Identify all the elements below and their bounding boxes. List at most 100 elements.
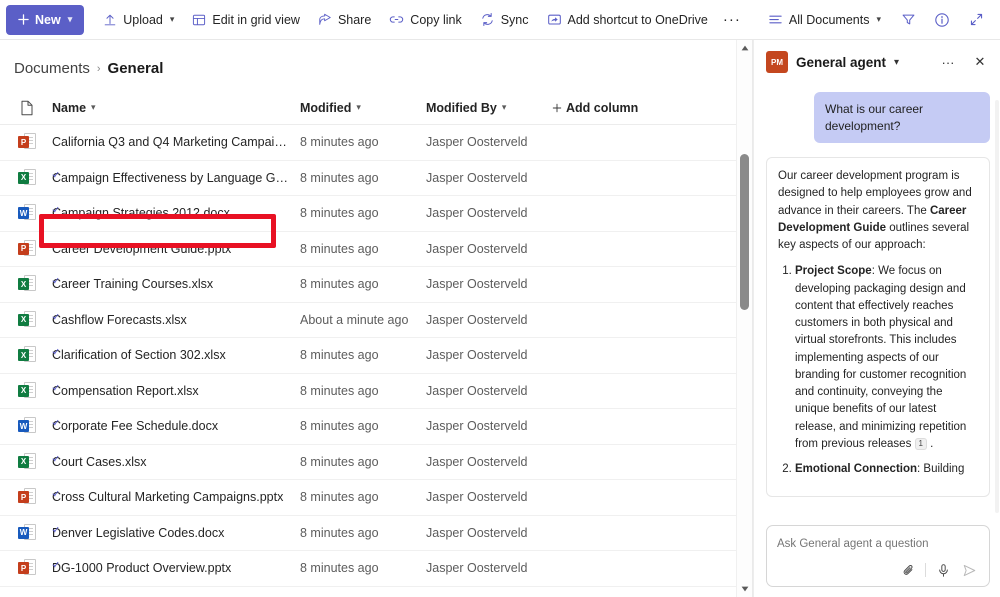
table-row[interactable]: X Court Cases.xlsx 8 minutes ago Jasper Oos… <box>0 445 752 480</box>
list-item-1-tail: . <box>926 437 934 450</box>
file-name-cell[interactable]: Cashflow Forecasts.xlsx <box>52 313 300 327</box>
file-name-label: Court Cases.xlsx <box>52 454 147 469</box>
copy-link-button[interactable]: Copy link <box>380 5 470 35</box>
table-row[interactable]: X Career Training Courses.xlsx 8 minutes a… <box>0 267 752 303</box>
breadcrumb-general[interactable]: General <box>108 60 164 77</box>
file-type-icon-cell: W <box>14 203 52 223</box>
file-name-cell[interactable]: Court Cases.xlsx <box>52 455 300 469</box>
file-type-badge: X <box>18 278 29 291</box>
scroll-down-button[interactable] <box>737 581 753 597</box>
command-bar: New ▾ Upload ▾ Edit in grid view Share C… <box>0 0 1000 40</box>
add-column-label: Add column <box>566 100 639 115</box>
modified-cell: 8 minutes ago <box>300 170 379 185</box>
view-switcher-button[interactable]: All Documents ▾ <box>759 5 890 35</box>
edit-in-grid-view-label: Edit in grid view <box>212 12 300 27</box>
list-item-1-title: Project Scope <box>795 265 872 278</box>
modified-by-cell: Jasper Oosterveld <box>426 241 528 256</box>
info-button[interactable] <box>926 5 958 35</box>
sync-button[interactable]: Sync <box>471 5 538 35</box>
attach-file-button[interactable] <box>896 559 920 581</box>
send-button[interactable] <box>957 559 981 581</box>
file-type-badge: P <box>18 491 29 504</box>
table-row[interactable]: P Cross Cultural Marketing Campaigns.pptx… <box>0 480 752 516</box>
agent-question-input[interactable] <box>777 538 981 559</box>
docx-file-icon: W <box>18 416 36 436</box>
file-list-scrollbar[interactable] <box>736 40 752 597</box>
agent-response-list-item-2: Emotional Connection: Building <box>795 461 978 478</box>
edit-in-grid-view-button[interactable]: Edit in grid view <box>183 5 309 35</box>
add-shortcut-to-onedrive-button[interactable]: Add shortcut to OneDrive <box>538 5 717 35</box>
xlsx-file-icon: X <box>18 168 36 188</box>
table-row[interactable]: X Compensation Report.xlsx 8 minutes ago Ja… <box>0 374 752 409</box>
column-header-name[interactable]: Name ▾ <box>52 101 300 115</box>
grid-icon <box>192 13 206 27</box>
file-type-icon-cell: X <box>14 168 52 188</box>
scrollbar-thumb[interactable] <box>740 154 749 310</box>
table-row[interactable]: W Corporate Fee Schedule.docx 8 minutes ag… <box>0 409 752 445</box>
table-row[interactable]: X Clarification of Section 302.xlsx 8 minu… <box>0 338 752 374</box>
upload-label: Upload <box>123 12 163 27</box>
modified-by-cell: Jasper Oosterveld <box>426 383 528 398</box>
column-header-filetype[interactable] <box>14 100 52 116</box>
microphone-button[interactable] <box>931 559 955 581</box>
table-row[interactable]: P DG-1000 Product Overview.pptx 8 minutes … <box>0 551 752 587</box>
agent-response-intro: Our career development program is design… <box>778 168 978 254</box>
file-type-icon-cell: X <box>14 345 52 365</box>
scroll-up-button[interactable] <box>737 40 753 56</box>
modified-by-cell: Jasper Oosterveld <box>426 525 528 540</box>
modified-cell: 8 minutes ago <box>300 277 379 292</box>
content-body: Documents › General Name ▾ Modified ▾ Mo… <box>0 40 1000 597</box>
chevron-down-icon: ▾ <box>91 102 96 112</box>
file-name-cell[interactable]: Campaign Strategies 2012.docx <box>52 206 300 220</box>
table-row[interactable]: X Cashflow Forecasts.xlsx About a minute a… <box>0 303 752 338</box>
citation-badge[interactable]: 1 <box>914 437 927 450</box>
file-name-cell[interactable]: Clarification of Section 302.xlsx <box>52 348 300 362</box>
filter-icon <box>901 12 916 27</box>
agent-response-list-item-1: Project Scope: We focus on developing pa… <box>795 263 978 453</box>
file-name-cell[interactable]: DG-1000 Product Overview.pptx <box>52 561 300 575</box>
table-row[interactable]: W Denver Legislative Codes.docx 8 minutes … <box>0 516 752 551</box>
file-name-cell[interactable]: Compensation Report.xlsx <box>52 384 300 398</box>
new-button[interactable]: New ▾ <box>6 4 85 35</box>
agent-close-button[interactable]: ✕ <box>968 50 992 74</box>
toolbar-right-group: All Documents ▾ <box>759 5 992 35</box>
breadcrumb-documents[interactable]: Documents <box>14 60 90 77</box>
table-row[interactable]: P California Q3 and Q4 Marketing Campaign… <box>0 125 752 161</box>
conversation-scrollbar[interactable] <box>995 100 999 513</box>
file-name-label: Career Training Courses.xlsx <box>52 277 214 292</box>
file-name-cell[interactable]: Campaign Effectiveness by Language Grou.… <box>52 171 300 185</box>
file-name-cell[interactable]: California Q3 and Q4 Marketing Campaign.… <box>52 135 300 149</box>
agent-response-list: Project Scope: We focus on developing pa… <box>795 263 978 478</box>
add-column-button[interactable]: Add column <box>552 101 638 115</box>
file-name-cell[interactable]: Career Training Courses.xlsx <box>52 277 300 291</box>
file-type-icon-cell: P <box>14 558 52 578</box>
file-type-badge: X <box>18 455 29 468</box>
agent-panel-header: PM General agent ▾ ··· ✕ <box>754 40 1000 84</box>
file-name-label: Compensation Report.xlsx <box>52 383 199 398</box>
paperclip-icon <box>901 563 916 578</box>
send-icon <box>962 563 977 578</box>
table-row[interactable]: P Career Development Guide.pptx 8 minutes … <box>0 232 752 267</box>
filter-button[interactable] <box>892 5 924 35</box>
column-header-modified[interactable]: Modified ▾ <box>300 101 426 115</box>
share-button[interactable]: Share <box>309 5 380 35</box>
expand-button[interactable] <box>960 5 992 35</box>
column-header-modified-by[interactable]: Modified By ▾ <box>426 101 552 115</box>
modified-by-cell: Jasper Oosterveld <box>426 454 528 469</box>
upload-button[interactable]: Upload ▾ <box>94 5 183 35</box>
chevron-down-icon: ▾ <box>169 14 175 24</box>
table-row[interactable]: W Campaign Strategies 2012.docx 8 minutes … <box>0 196 752 232</box>
file-name-cell[interactable]: Corporate Fee Schedule.docx <box>52 419 300 433</box>
agent-switcher-chevron-down-icon[interactable]: ▾ <box>894 57 899 68</box>
file-name-cell[interactable]: Denver Legislative Codes.docx <box>52 526 300 540</box>
modified-cell: 8 minutes ago <box>300 241 379 256</box>
table-row[interactable]: X Campaign Effectiveness by Language Grou… <box>0 161 752 196</box>
file-name-cell[interactable]: Career Development Guide.pptx <box>52 242 300 256</box>
composer-actions <box>777 559 981 581</box>
modified-cell: 8 minutes ago <box>300 525 379 540</box>
file-name-cell[interactable]: Cross Cultural Marketing Campaigns.pptx <box>52 490 300 504</box>
sync-icon <box>480 12 495 27</box>
more-commands-button[interactable]: ··· <box>717 5 747 35</box>
breadcrumb: Documents › General <box>0 40 752 91</box>
agent-more-button[interactable]: ··· <box>936 50 960 74</box>
